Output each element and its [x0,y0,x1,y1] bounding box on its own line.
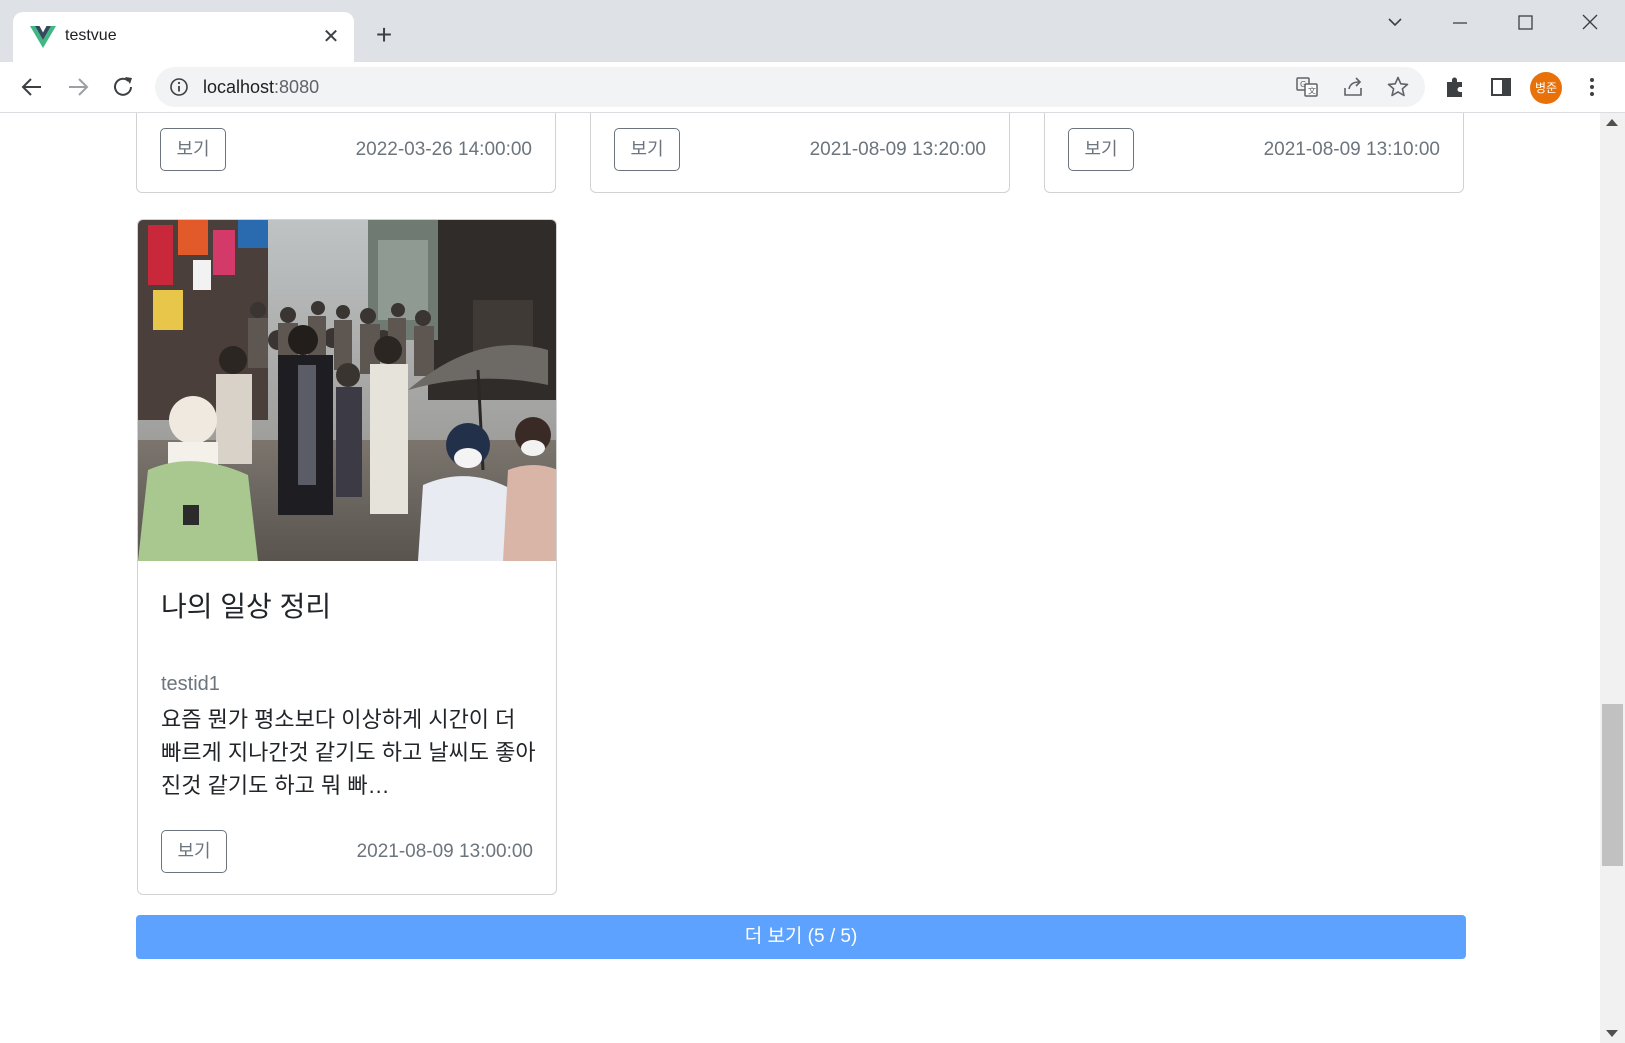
url-port: :8080 [274,77,320,97]
browser-tab[interactable]: testvue ✕ [13,12,354,62]
vertical-scrollbar[interactable] [1600,113,1625,1043]
view-button[interactable]: 보기 [614,128,680,171]
browser-toolbar: localhost:8080 G 文 병준 [0,62,1625,113]
tab-strip: testvue ✕ + [0,0,1625,62]
post-card: 보기 2021-08-09 13:20:00 [590,113,1010,193]
scroll-down-arrow-icon[interactable] [1606,1030,1618,1037]
post-date: 2022-03-26 14:00:00 [355,139,532,160]
close-tab-icon[interactable]: ✕ [319,25,343,49]
post-title: 나의 일상 정리 [161,591,332,622]
post-author: testid1 [161,673,220,695]
post-card: 보기 2022-03-26 14:00:00 [136,113,556,193]
url-text[interactable]: localhost:8080 [203,77,319,98]
close-window-icon[interactable] [1570,8,1610,38]
menu-kebab-icon[interactable] [1578,73,1606,101]
post-card: 나의 일상 정리 testid1 요즘 뭔가 평소보다 이상하게 시간이 더 빠… [137,219,557,895]
scroll-up-arrow-icon[interactable] [1606,119,1618,126]
tab-search-icon[interactable] [1375,8,1415,38]
view-button[interactable]: 보기 [160,128,226,171]
post-date: 2021-08-09 13:00:00 [356,841,533,862]
card-footer: 보기 2021-08-09 13:20:00 [591,113,1009,192]
post-date: 2021-08-09 13:20:00 [809,139,986,160]
bookmark-star-icon[interactable] [1386,75,1410,99]
site-info-icon[interactable] [169,77,189,97]
svg-text:文: 文 [1308,86,1316,96]
load-more-button[interactable]: 더 보기 (5 / 5) [136,915,1466,959]
forward-arrow-icon[interactable] [61,70,95,104]
post-date: 2021-08-09 13:10:00 [1263,139,1440,160]
back-arrow-icon[interactable] [15,70,49,104]
extensions-puzzle-icon[interactable] [1441,73,1469,101]
minimize-icon[interactable] [1440,8,1480,38]
url-host: localhost [203,77,275,97]
side-panel-icon[interactable] [1487,73,1515,101]
tab-title: testvue [65,27,117,44]
maximize-icon[interactable] [1505,8,1545,38]
translate-icon[interactable]: G 文 [1295,75,1319,99]
reload-icon[interactable] [106,70,140,104]
view-button[interactable]: 보기 [1068,128,1134,171]
post-card: 보기 2021-08-09 13:10:00 [1044,113,1464,193]
share-icon[interactable] [1341,75,1365,99]
address-bar[interactable]: localhost:8080 G 文 [155,67,1425,107]
post-image [138,220,556,561]
post-excerpt: 요즘 뭔가 평소보다 이상하게 시간이 더 빠르게 지나간것 같기도 하고 날씨… [161,707,536,798]
browser-chrome: testvue ✕ + localhost:8080 G 文 병준 [0,0,1625,113]
card-footer: 보기 2021-08-09 13:00:00 [138,814,556,894]
page-viewport: 보기 2022-03-26 14:00:00 보기 2021-08-09 13:… [0,113,1600,1043]
vue-logo-icon [30,26,56,48]
svg-text:G: G [1300,80,1306,89]
new-tab-button[interactable]: + [369,20,399,50]
view-button[interactable]: 보기 [161,830,227,873]
scrollbar-thumb[interactable] [1602,704,1623,866]
card-footer: 보기 2021-08-09 13:10:00 [1045,113,1463,192]
profile-avatar[interactable]: 병준 [1530,72,1562,104]
card-footer: 보기 2022-03-26 14:00:00 [137,113,555,192]
